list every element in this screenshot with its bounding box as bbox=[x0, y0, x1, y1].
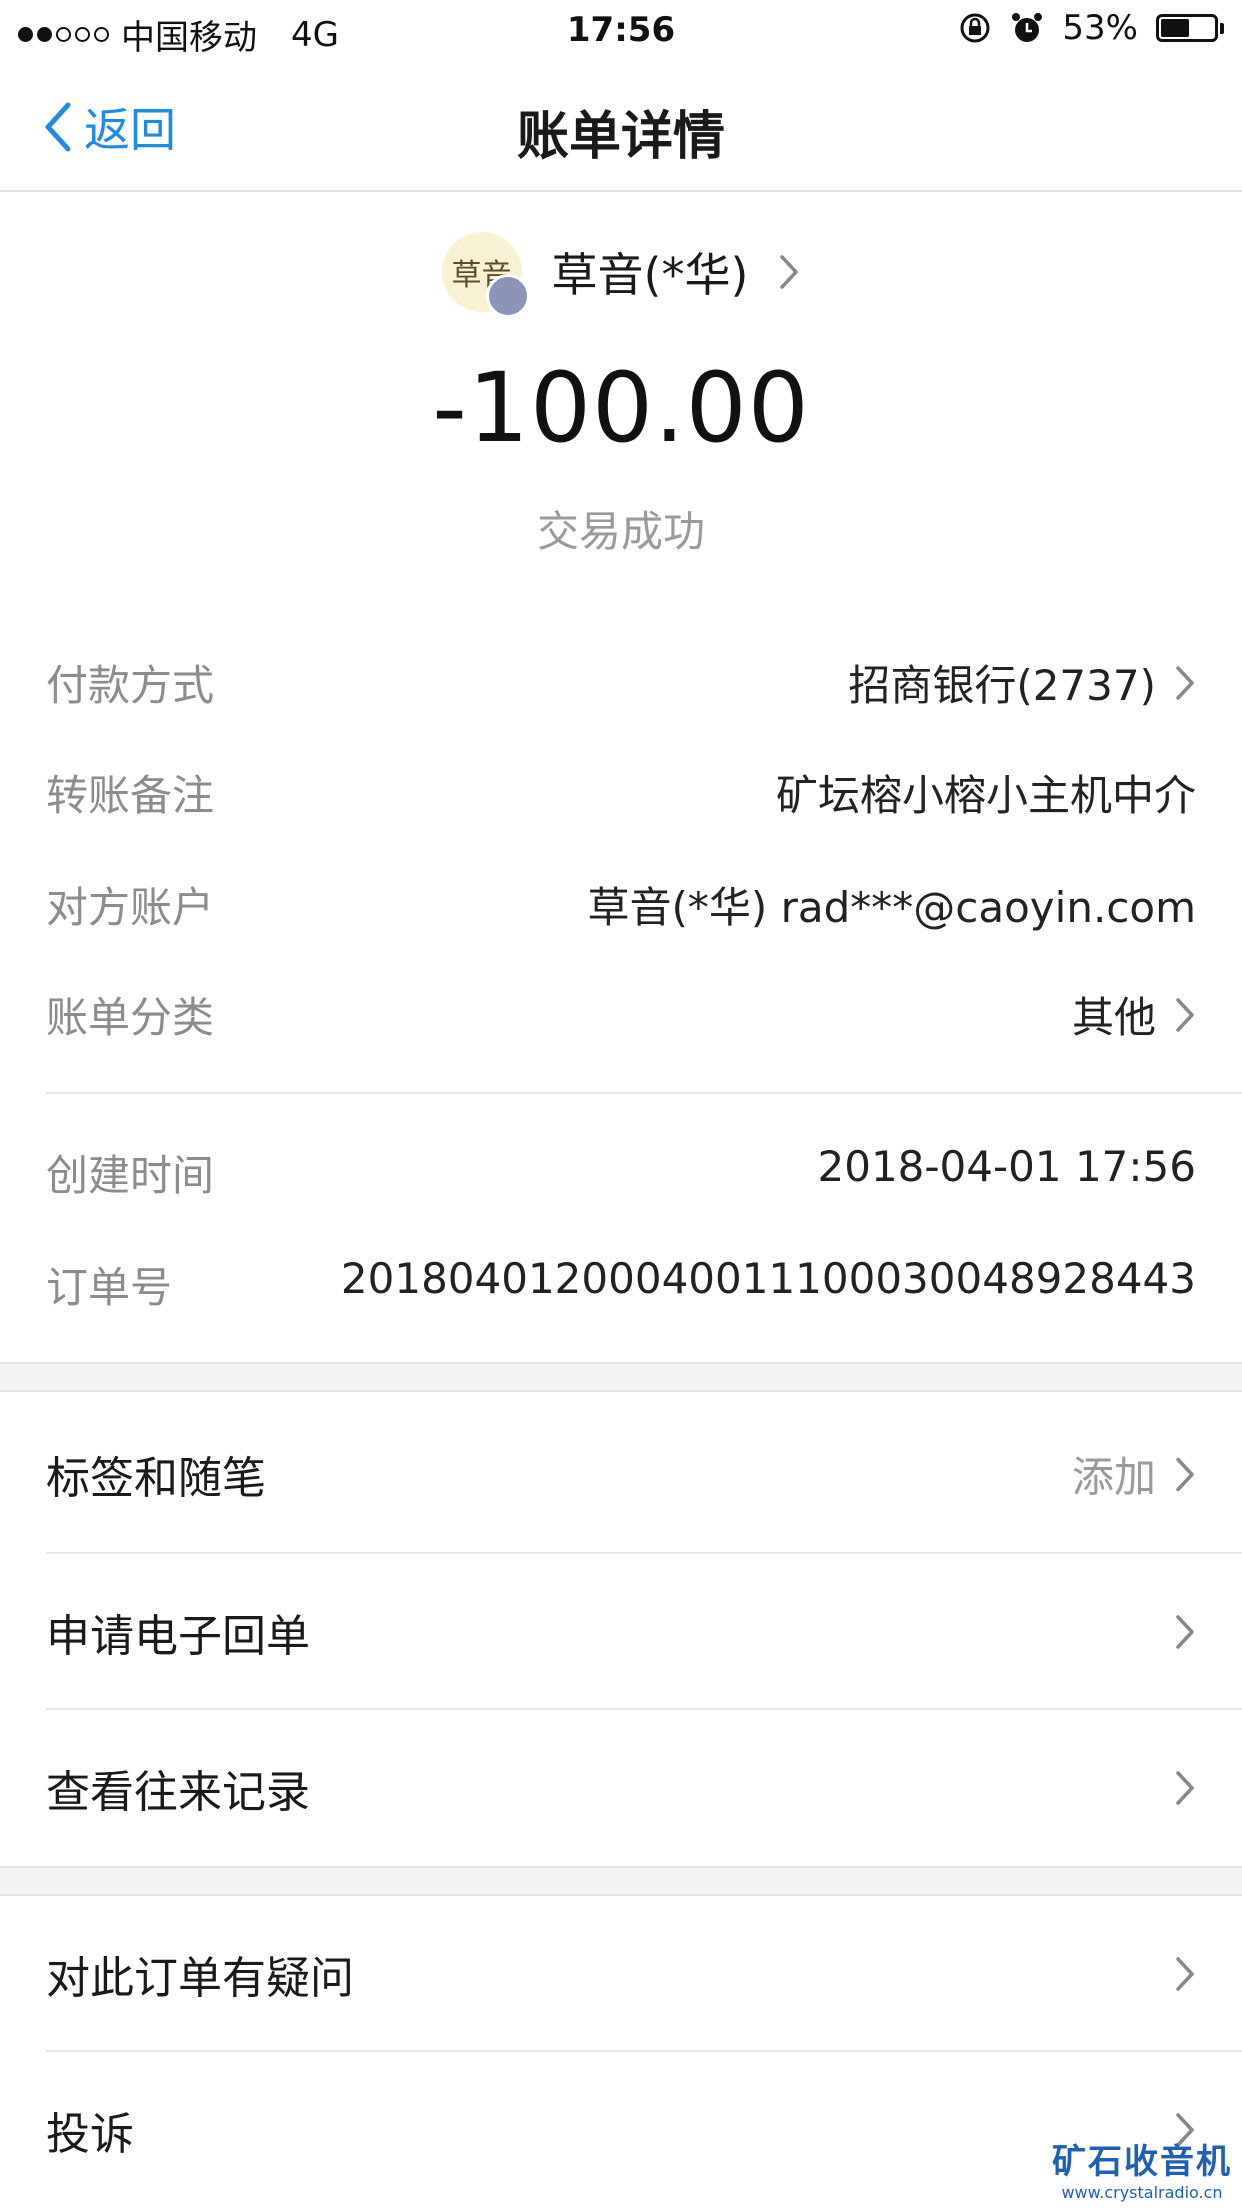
divider bbox=[46, 1092, 1242, 1094]
rotation-lock-icon bbox=[960, 13, 990, 43]
action-label: 标签和随笔 bbox=[46, 1453, 266, 1504]
nav-bar: 返回 账单详情 bbox=[0, 62, 1242, 192]
chevron-right-icon bbox=[1176, 997, 1194, 1032]
chevron-right-icon bbox=[1176, 1957, 1194, 1991]
detail-value: 招商银行(2737) bbox=[848, 652, 1196, 713]
watermark-url: www.crystalradio.cn bbox=[1061, 2183, 1223, 2202]
action-label: 投诉 bbox=[46, 2109, 134, 2160]
chevron-right-icon bbox=[1176, 1615, 1194, 1649]
certified-badge-icon bbox=[485, 274, 530, 318]
action-label: 申请电子回单 bbox=[46, 1611, 310, 1662]
battery-icon bbox=[1156, 14, 1224, 42]
watermark: 矿石收音机 www.crystalradio.cn bbox=[1052, 2134, 1232, 2202]
chevron-right-icon bbox=[1176, 1457, 1194, 1491]
action-right: 添加 bbox=[1072, 1444, 1196, 1505]
detail-label: 账单分类 bbox=[46, 993, 215, 1042]
detail-row-payment-method[interactable]: 付款方式 招商银行(2737) bbox=[0, 652, 1242, 712]
detail-label: 对方账户 bbox=[46, 883, 215, 932]
action-order-question[interactable]: 对此订单有疑问 bbox=[0, 1896, 1242, 2052]
chevron-right-icon bbox=[780, 255, 799, 289]
payee-name: 草音(*华) bbox=[551, 248, 749, 302]
payment-method-value: 招商银行(2737) bbox=[848, 661, 1156, 710]
action-right bbox=[1174, 1613, 1196, 1651]
category-value: 其他 bbox=[1071, 993, 1156, 1042]
transaction-status: 交易成功 bbox=[536, 507, 705, 556]
section-gap bbox=[0, 1362, 1242, 1392]
watermark-title: 矿石收音机 bbox=[1052, 2142, 1232, 2182]
section-gap bbox=[0, 1866, 1242, 1896]
detail-value: 20180401200040011100030048928443 bbox=[340, 1254, 1196, 1303]
detail-row-order-number: 订单号 20180401200040011100030048928443 bbox=[0, 1254, 1242, 1314]
action-e-receipt[interactable]: 申请电子回单 bbox=[0, 1554, 1242, 1710]
detail-row-counterparty: 对方账户 草音(*华) rad***@caoyin.com bbox=[0, 874, 1242, 934]
battery-percent: 53% bbox=[1062, 8, 1138, 48]
detail-label: 订单号 bbox=[46, 1263, 173, 1312]
action-tags-notes[interactable]: 标签和随笔 添加 bbox=[0, 1396, 1242, 1552]
action-right bbox=[1174, 1769, 1196, 1807]
detail-row-remark: 转账备注 矿坛榕小榕小主机中介 bbox=[0, 762, 1242, 822]
detail-label: 创建时间 bbox=[46, 1151, 215, 1200]
chevron-right-icon bbox=[1176, 1771, 1194, 1805]
detail-label: 转账备注 bbox=[46, 771, 215, 820]
detail-value: 矿坛榕小榕小主机中介 bbox=[775, 771, 1196, 820]
amount: -100.00 bbox=[432, 352, 810, 464]
detail-value: 2018-04-01 17:56 bbox=[817, 1142, 1196, 1191]
avatar: 草音 bbox=[441, 232, 530, 318]
detail-value: 其他 bbox=[1072, 984, 1196, 1045]
page-title: 账单详情 bbox=[516, 107, 725, 167]
detail-value: 草音(*华) rad***@caoyin.com bbox=[587, 883, 1196, 932]
status-right: 53% bbox=[958, 8, 1224, 48]
status-bar: 中国移动 4G 17:56 53% bbox=[0, 0, 1242, 62]
payee-link[interactable]: 草音 草音(*华) bbox=[0, 232, 1242, 318]
add-hint: 添加 bbox=[1071, 1452, 1156, 1502]
action-label: 对此订单有疑问 bbox=[46, 1953, 354, 2004]
action-right bbox=[1174, 1955, 1196, 1993]
action-history[interactable]: 查看往来记录 bbox=[0, 1710, 1242, 1866]
detail-row-created-time: 创建时间 2018-04-01 17:56 bbox=[0, 1142, 1242, 1202]
battery-fill bbox=[1161, 19, 1189, 37]
action-label: 查看往来记录 bbox=[46, 1767, 310, 1818]
chevron-right-icon bbox=[1176, 665, 1194, 700]
detail-row-category[interactable]: 账单分类 其他 bbox=[0, 984, 1242, 1044]
alarm-icon bbox=[1012, 13, 1043, 42]
detail-label: 付款方式 bbox=[46, 661, 215, 710]
